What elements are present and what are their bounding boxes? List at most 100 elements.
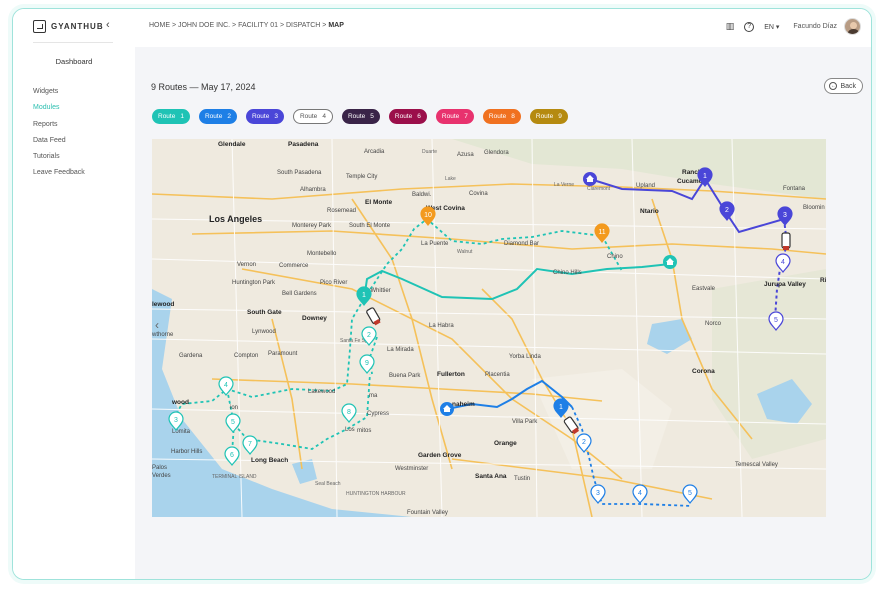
map-label: La Verne	[554, 182, 575, 188]
map-label: Bell Gardens	[282, 291, 317, 297]
collapse-sidebar-icon[interactable]: ‹	[106, 19, 110, 31]
map-label: Walnut	[457, 249, 473, 255]
map-label: El Monte	[365, 199, 393, 206]
map-label: Long Beach	[251, 457, 289, 464]
map-label: Tustin	[514, 476, 531, 482]
route-chip-number: 5	[370, 113, 374, 120]
route-chip-label: Route	[204, 113, 223, 120]
map-label: Fullerton	[437, 371, 465, 378]
map-label: Corona	[692, 368, 715, 375]
map-label: Norco	[705, 321, 722, 327]
map-label: Downey	[302, 315, 327, 322]
app-logo[interactable]: GYANTHUB	[33, 20, 104, 33]
map-label: South Gate	[247, 309, 282, 316]
map-label: Cucamo	[677, 178, 703, 185]
sidebar-item-dashboard[interactable]: Dashboard	[13, 57, 135, 66]
map-label: Pasadena	[288, 141, 319, 148]
map-label: ma	[369, 393, 378, 399]
sidebar-nav: Widgets Modules Reports Data Feed Tutori…	[33, 87, 85, 185]
route-chip-number: 9	[558, 113, 562, 120]
route-chip-2[interactable]: Route 2	[198, 109, 237, 124]
map-label: wthorne	[152, 332, 174, 338]
map-label: Buena Park	[389, 373, 421, 379]
map-label: Seal Beach	[315, 481, 341, 487]
map-label: Chino Hills	[553, 270, 582, 276]
top-right-controls: ▥ ? EN ▾ Facundo Díaz	[726, 18, 861, 35]
breadcrumb-current: MAP	[328, 22, 344, 29]
map-label: Duarte	[422, 149, 438, 155]
map-label: Orange	[494, 440, 517, 447]
map-label: Temescal Valley	[735, 462, 778, 468]
sidebar-item-leave-feedback[interactable]: Leave Feedback	[33, 168, 85, 184]
map-label: TERMINAL ISLAND	[212, 474, 257, 480]
map-label: Ntario	[640, 208, 659, 215]
sidebar-item-reports[interactable]: Reports	[33, 120, 85, 136]
map-label: Azusa	[457, 152, 474, 158]
map-label: Fontana	[783, 186, 806, 192]
route-chip-label: Route	[441, 113, 460, 120]
map-label: Palos	[152, 465, 168, 471]
route-chip-label: Route	[347, 113, 366, 120]
route-chip-label: Route	[158, 113, 176, 120]
map-label: Verdes	[152, 473, 171, 479]
route-chip-label: Route	[394, 113, 413, 120]
map-label: naheim	[452, 401, 475, 408]
language-selector[interactable]: EN ▾	[764, 23, 779, 31]
sidebar-item-tutorials[interactable]: Tutorials	[33, 152, 85, 168]
map-label: Santa Ana	[475, 473, 507, 480]
map-label: La Mirada	[387, 347, 414, 353]
route-chip-6[interactable]: Route 6	[388, 109, 427, 124]
route-chip-1[interactable]: Route 1	[152, 109, 190, 124]
map-label: Temple City	[346, 174, 378, 180]
route-map[interactable]: Glendale Pasadena Arcadia Duarte Azusa G…	[152, 139, 826, 517]
route-chip-5[interactable]: Route 5	[341, 109, 380, 124]
breadcrumb: HOME > JOHN DOE INC. > FACILITY 01 > DIS…	[149, 22, 344, 29]
user-name[interactable]: Facundo Díaz	[793, 23, 837, 30]
map-label: Glendale	[218, 141, 246, 148]
logo-text: GYANTHUB	[51, 22, 104, 31]
avatar[interactable]	[844, 18, 861, 35]
sidebar-item-widgets[interactable]: Widgets	[33, 87, 85, 103]
map-label: Fountain Valley	[407, 510, 448, 516]
help-icon[interactable]: ?	[744, 21, 755, 32]
route-chip-number: 1	[180, 113, 184, 120]
map-label: Yorba Linda	[509, 354, 541, 360]
map-label: La Habra	[429, 323, 454, 329]
map-label: Diamond Bar	[504, 241, 540, 247]
sidebar-item-data-feed[interactable]: Data Feed	[33, 136, 85, 152]
map-label: Monterey Park	[292, 223, 332, 229]
route-chip-number: 6	[417, 113, 421, 120]
map-label: Huntington Park	[232, 280, 276, 286]
route-chip-label: Route	[299, 113, 318, 120]
map-prev-arrow-icon[interactable]: ‹	[155, 318, 159, 332]
map-label: South El Monte	[349, 223, 391, 229]
map-label: Lomita	[172, 429, 191, 435]
map-label: Placentia	[485, 372, 510, 378]
sidebar-divider	[33, 42, 113, 43]
route-chip-9[interactable]: Route 9	[529, 109, 568, 124]
map-label: La Puente	[421, 241, 449, 247]
map-label: Compton	[234, 353, 259, 359]
chart-icon[interactable]: ▥	[726, 21, 735, 32]
route-chip-3[interactable]: Route 3	[245, 109, 284, 124]
map-label: Garden Grove	[418, 452, 462, 459]
map-label: Ri	[820, 277, 826, 284]
top-bar: HOME > JOHN DOE INC. > FACILITY 01 > DIS…	[135, 9, 871, 47]
sidebar-item-modules[interactable]: Modules	[33, 103, 85, 119]
route-chip-8[interactable]: Route 8	[482, 109, 521, 124]
map-label: Bloomin	[803, 205, 825, 211]
logo-icon	[33, 20, 46, 33]
back-button[interactable]: ← Back	[824, 78, 863, 94]
map-label: Gardena	[179, 353, 203, 359]
route-chip-number: 4	[322, 113, 326, 120]
route-chip-4[interactable]: Route 4	[292, 109, 333, 124]
route-chip-number: 8	[511, 113, 515, 120]
map-label: Pico River	[320, 280, 348, 286]
map-label: ion	[230, 405, 239, 411]
map-label: Westminster	[395, 466, 429, 472]
breadcrumb-path[interactable]: HOME > JOHN DOE INC. > FACILITY 01 > DIS…	[149, 22, 328, 29]
map-label: Cypress	[367, 411, 390, 417]
map-label: Eastvale	[692, 286, 716, 292]
route-chip-7[interactable]: Route 7	[435, 109, 474, 124]
map-label: West Covina	[426, 205, 465, 212]
